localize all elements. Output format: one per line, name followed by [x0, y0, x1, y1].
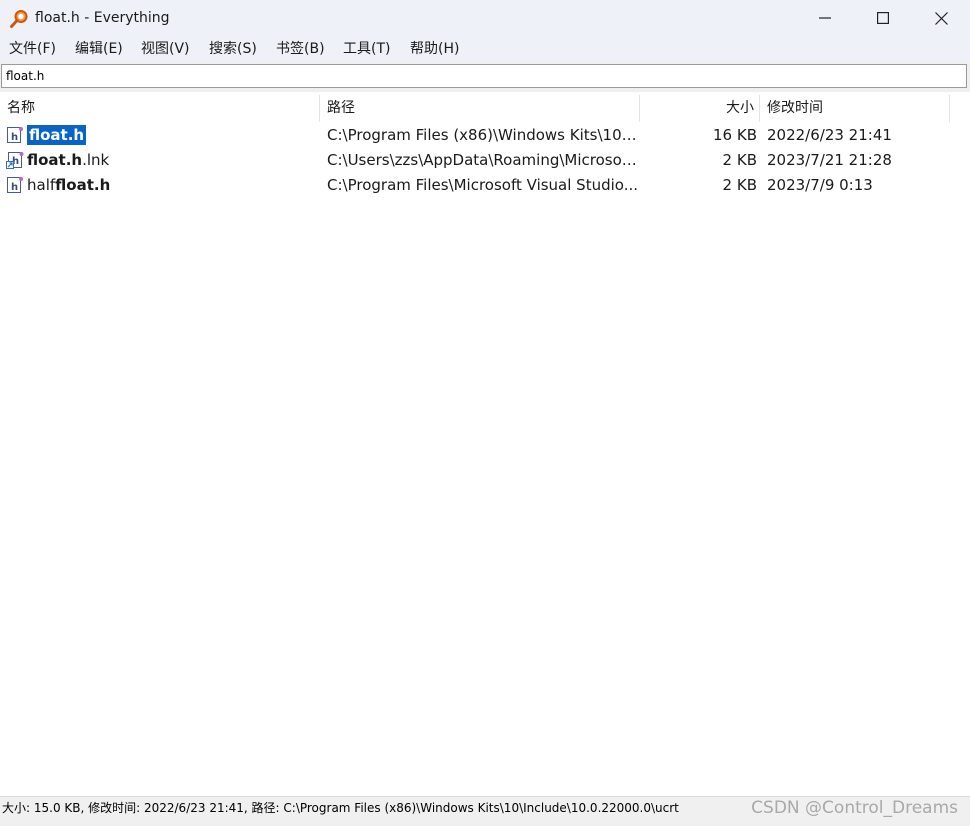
shortcut-header-file-icon: h [6, 152, 24, 169]
column-name-header[interactable]: 名称 [0, 95, 320, 122]
magnifier-icon [10, 10, 28, 28]
file-modified: 2023/7/9 0:13 [767, 176, 873, 194]
column-size-header[interactable]: 大小 [640, 95, 760, 122]
result-row[interactable]: h float.h.lnk C:\Users\zzs\AppData\Roami… [0, 148, 970, 173]
window-bottom-edge [0, 818, 970, 826]
menu-edit[interactable]: 编辑(E) [75, 40, 123, 58]
menu-search[interactable]: 搜索(S) [209, 40, 257, 58]
close-icon [934, 11, 948, 25]
file-modified: 2022/6/23 21:41 [767, 126, 892, 144]
menu-view[interactable]: 视图(V) [141, 40, 190, 58]
file-name: halffloat.h [27, 173, 317, 198]
file-name-match: float.h [27, 125, 87, 145]
watermark: CSDN @Control_Dreams [751, 798, 958, 818]
maximize-button[interactable] [854, 0, 912, 36]
minimize-button[interactable] [796, 0, 854, 36]
maximize-icon [877, 12, 889, 24]
minimize-icon [819, 17, 831, 19]
column-path-header[interactable]: 路径 [320, 95, 640, 122]
result-row[interactable]: h float.h C:\Program Files (x86)\Windows… [0, 123, 970, 148]
file-name-suffix: .lnk [82, 151, 110, 169]
header-file-icon: h [7, 177, 23, 193]
menu-tools[interactable]: 工具(T) [343, 40, 390, 58]
search-bar [0, 62, 970, 92]
close-button[interactable] [912, 0, 970, 36]
result-row[interactable]: h halffloat.h C:\Program Files\Microsoft… [0, 173, 970, 198]
title-bar[interactable]: float.h - Everything [0, 0, 970, 36]
file-name: float.h [27, 123, 317, 148]
file-modified: 2023/7/21 21:28 [767, 151, 892, 169]
status-bar: 大小: 15.0 KB, 修改时间: 2022/6/23 21:41, 路径: … [0, 796, 970, 819]
file-path: C:\Program Files (x86)\Windows Kits\10\I… [327, 126, 639, 144]
header-file-icon: h [7, 127, 23, 143]
file-path: C:\Users\zzs\AppData\Roaming\Microsof... [327, 151, 639, 169]
results-list: h float.h C:\Program Files (x86)\Windows… [0, 123, 970, 198]
column-modified-header[interactable]: 修改时间 [760, 95, 950, 122]
search-input[interactable] [1, 64, 967, 88]
file-size: 2 KB [722, 176, 757, 194]
file-name-match: float.h [27, 151, 83, 169]
results-header: 名称 路径 大小 修改时间 [0, 95, 970, 123]
svg-text:h: h [11, 182, 18, 193]
menu-help[interactable]: 帮助(H) [410, 40, 459, 58]
file-name-match: float.h [55, 176, 111, 194]
svg-text:h: h [11, 132, 18, 143]
file-path: C:\Program Files\Microsoft Visual Studio… [327, 176, 639, 194]
file-name-prefix: half [27, 176, 56, 194]
file-size: 16 KB [713, 126, 757, 144]
window-title: float.h - Everything [35, 10, 170, 26]
menu-file[interactable]: 文件(F) [9, 40, 56, 58]
column-divider[interactable] [949, 95, 950, 122]
menu-bookmarks[interactable]: 书签(B) [276, 40, 325, 58]
menu-bar: 文件(F) 编辑(E) 视图(V) 搜索(S) 书签(B) 工具(T) 帮助(H… [0, 36, 970, 62]
status-text: 大小: 15.0 KB, 修改时间: 2022/6/23 21:41, 路径: … [2, 801, 679, 815]
file-name: float.h.lnk [27, 148, 317, 173]
file-size: 2 KB [722, 151, 757, 169]
